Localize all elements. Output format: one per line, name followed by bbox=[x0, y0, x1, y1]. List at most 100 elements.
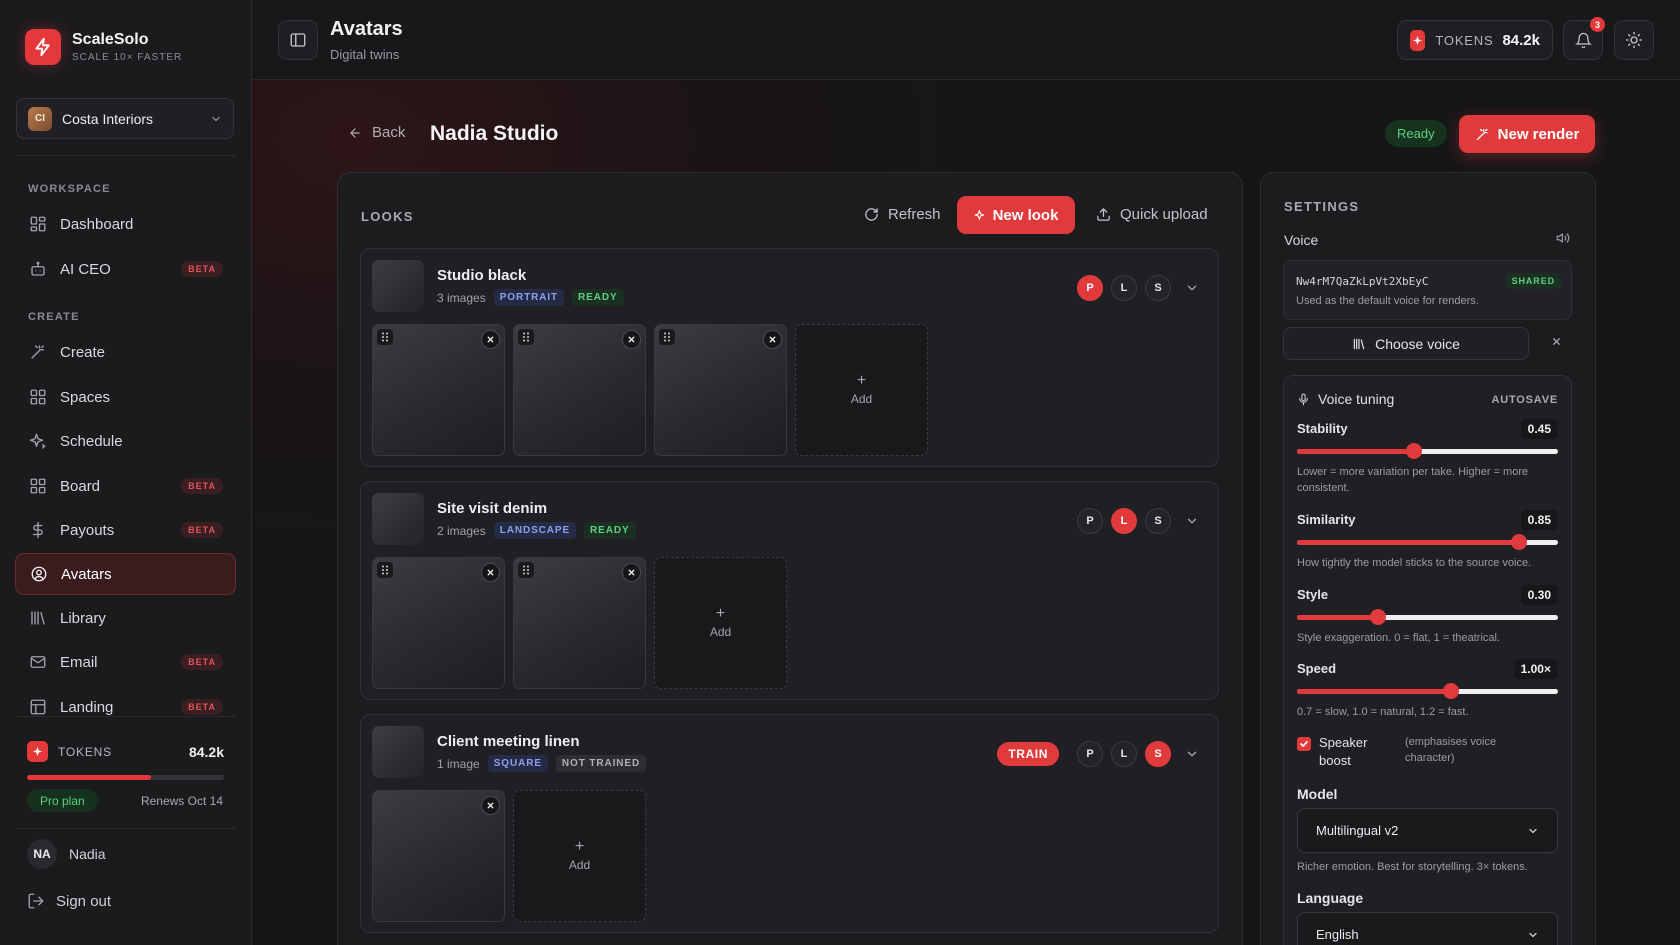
quick-upload-button[interactable]: Quick upload bbox=[1096, 206, 1208, 223]
remove-image-icon[interactable] bbox=[622, 330, 641, 349]
sidebar-item-library[interactable]: Library bbox=[15, 597, 236, 639]
slider-knob[interactable] bbox=[1406, 443, 1423, 459]
look-thumbnail bbox=[372, 493, 424, 545]
sidebar-item-spaces[interactable]: Spaces bbox=[15, 376, 236, 418]
speed-slider[interactable] bbox=[1297, 683, 1558, 699]
choose-voice-button[interactable]: Choose voice bbox=[1283, 327, 1529, 360]
style-slider[interactable] bbox=[1297, 609, 1558, 625]
tokens-progress-fill bbox=[27, 775, 152, 780]
toggle-sidebar-button[interactable] bbox=[278, 20, 318, 60]
orientation-tag: PORTRAIT bbox=[493, 289, 565, 306]
sidebar-item-avatars[interactable]: Avatars bbox=[15, 553, 236, 595]
voice-tuning-card: Voice tuning AUTOSAVE Stability 0.45 Low… bbox=[1283, 375, 1572, 945]
drag-handle-icon[interactable] bbox=[518, 562, 534, 578]
format-square-button[interactable]: S bbox=[1145, 275, 1171, 301]
remove-image-icon[interactable] bbox=[481, 563, 500, 582]
format-portrait-button[interactable]: P bbox=[1077, 741, 1103, 767]
slider-fill bbox=[1297, 689, 1451, 694]
plus-icon: + bbox=[856, 372, 867, 389]
sidebar-item-ai-ceo[interactable]: AI CEO BETA bbox=[15, 248, 236, 290]
clear-voice-icon[interactable] bbox=[1551, 336, 1562, 347]
sidebar-item-schedule[interactable]: Schedule bbox=[15, 420, 236, 462]
slider-fill bbox=[1297, 449, 1415, 454]
notification-count: 3 bbox=[1590, 17, 1605, 32]
speaker-icon[interactable] bbox=[1556, 231, 1570, 245]
remove-image-icon[interactable] bbox=[481, 330, 500, 349]
language-value: English bbox=[1316, 927, 1359, 942]
drag-handle-icon[interactable] bbox=[659, 329, 675, 345]
chevron-down-icon[interactable] bbox=[1185, 281, 1199, 295]
grid-icon bbox=[29, 388, 47, 406]
speaker-boost-checkbox[interactable] bbox=[1297, 737, 1311, 751]
remove-image-icon[interactable] bbox=[481, 796, 500, 815]
voice-tuning-title: Voice tuning bbox=[1318, 391, 1395, 407]
add-image-button[interactable]: + Add bbox=[513, 790, 646, 922]
user-profile[interactable]: NA Nadia bbox=[27, 839, 106, 869]
look-image[interactable] bbox=[654, 324, 787, 456]
new-render-label: New render bbox=[1497, 125, 1580, 143]
format-square-button[interactable]: S bbox=[1145, 741, 1171, 767]
model-select[interactable]: Multilingual v2 bbox=[1297, 808, 1558, 853]
language-select[interactable]: English bbox=[1297, 912, 1558, 945]
format-portrait-button[interactable]: P bbox=[1077, 508, 1103, 534]
add-label: Add bbox=[850, 392, 873, 406]
slider-knob[interactable] bbox=[1442, 683, 1459, 699]
sidebar-item-label: Dashboard bbox=[60, 215, 134, 233]
format-landscape-button[interactable]: L bbox=[1111, 275, 1137, 301]
token-icon bbox=[27, 741, 48, 762]
look-image[interactable] bbox=[372, 790, 505, 922]
looks-panel: LOOKS Refresh New look Quick upload Stud… bbox=[337, 172, 1243, 945]
chevron-down-icon bbox=[1527, 929, 1539, 941]
sidebar-item-landing[interactable]: Landing BETA bbox=[15, 686, 236, 728]
sign-out-label: Sign out bbox=[56, 892, 112, 910]
drag-handle-icon[interactable] bbox=[377, 329, 393, 345]
look-image[interactable] bbox=[513, 557, 646, 689]
brand[interactable]: ScaleSolo SCALE 10× FASTER bbox=[25, 29, 182, 65]
back-button[interactable]: Back bbox=[348, 124, 405, 141]
look-image[interactable] bbox=[372, 557, 505, 689]
renewal-date: Renews Oct 14 bbox=[140, 794, 223, 808]
add-image-button[interactable]: + Add bbox=[654, 557, 787, 689]
slider-label: Similarity bbox=[1297, 512, 1356, 527]
slider-knob[interactable] bbox=[1369, 609, 1386, 625]
stability-slider[interactable] bbox=[1297, 443, 1558, 459]
sidebar-item-email[interactable]: Email BETA bbox=[15, 641, 236, 683]
slider-knob[interactable] bbox=[1510, 534, 1527, 550]
refresh-button[interactable]: Refresh bbox=[864, 206, 941, 223]
format-portrait-button[interactable]: P bbox=[1077, 275, 1103, 301]
train-button[interactable]: TRAIN bbox=[997, 742, 1059, 766]
look-thumbnail bbox=[372, 260, 424, 312]
divider bbox=[16, 155, 236, 156]
sidebar-item-create[interactable]: Create bbox=[15, 331, 236, 373]
similarity-slider[interactable] bbox=[1297, 534, 1558, 550]
sidebar-item-dashboard[interactable]: Dashboard bbox=[15, 203, 236, 245]
workspace-switcher[interactable]: CI Costa Interiors bbox=[16, 98, 234, 139]
format-square-button[interactable]: S bbox=[1145, 508, 1171, 534]
format-landscape-button[interactable]: L bbox=[1111, 741, 1137, 767]
notifications-button[interactable]: 3 bbox=[1563, 17, 1605, 60]
sidebar-item-payouts[interactable]: Payouts BETA bbox=[15, 509, 236, 551]
dashboard-icon bbox=[29, 215, 47, 233]
format-landscape-button[interactable]: L bbox=[1111, 508, 1137, 534]
speaker-boost-row: Speaker boost (emphasises voice characte… bbox=[1297, 734, 1523, 770]
slider-fill bbox=[1297, 615, 1378, 620]
remove-image-icon[interactable] bbox=[763, 330, 782, 349]
remove-image-icon[interactable] bbox=[622, 563, 641, 582]
new-look-button[interactable]: New look bbox=[957, 196, 1075, 234]
chevron-down-icon[interactable] bbox=[1185, 747, 1199, 761]
header-tokens-button[interactable]: TOKENS 84.2k bbox=[1397, 20, 1553, 60]
workspace-name: Costa Interiors bbox=[62, 110, 154, 127]
plan-badge[interactable]: Pro plan bbox=[27, 789, 98, 812]
look-meta: 2 images LANDSCAPE READY bbox=[437, 522, 636, 539]
sign-out-button[interactable]: Sign out bbox=[27, 892, 111, 910]
sidebar-item-board[interactable]: Board BETA bbox=[15, 465, 236, 507]
chevron-down-icon[interactable] bbox=[1185, 514, 1199, 528]
speaker-boost-label[interactable]: Speaker boost bbox=[1319, 734, 1395, 770]
add-image-button[interactable]: + Add bbox=[795, 324, 928, 456]
look-image[interactable] bbox=[372, 324, 505, 456]
look-image[interactable] bbox=[513, 324, 646, 456]
theme-toggle-button[interactable] bbox=[1614, 20, 1654, 60]
drag-handle-icon[interactable] bbox=[518, 329, 534, 345]
drag-handle-icon[interactable] bbox=[377, 562, 393, 578]
new-render-button[interactable]: New render bbox=[1459, 115, 1595, 153]
